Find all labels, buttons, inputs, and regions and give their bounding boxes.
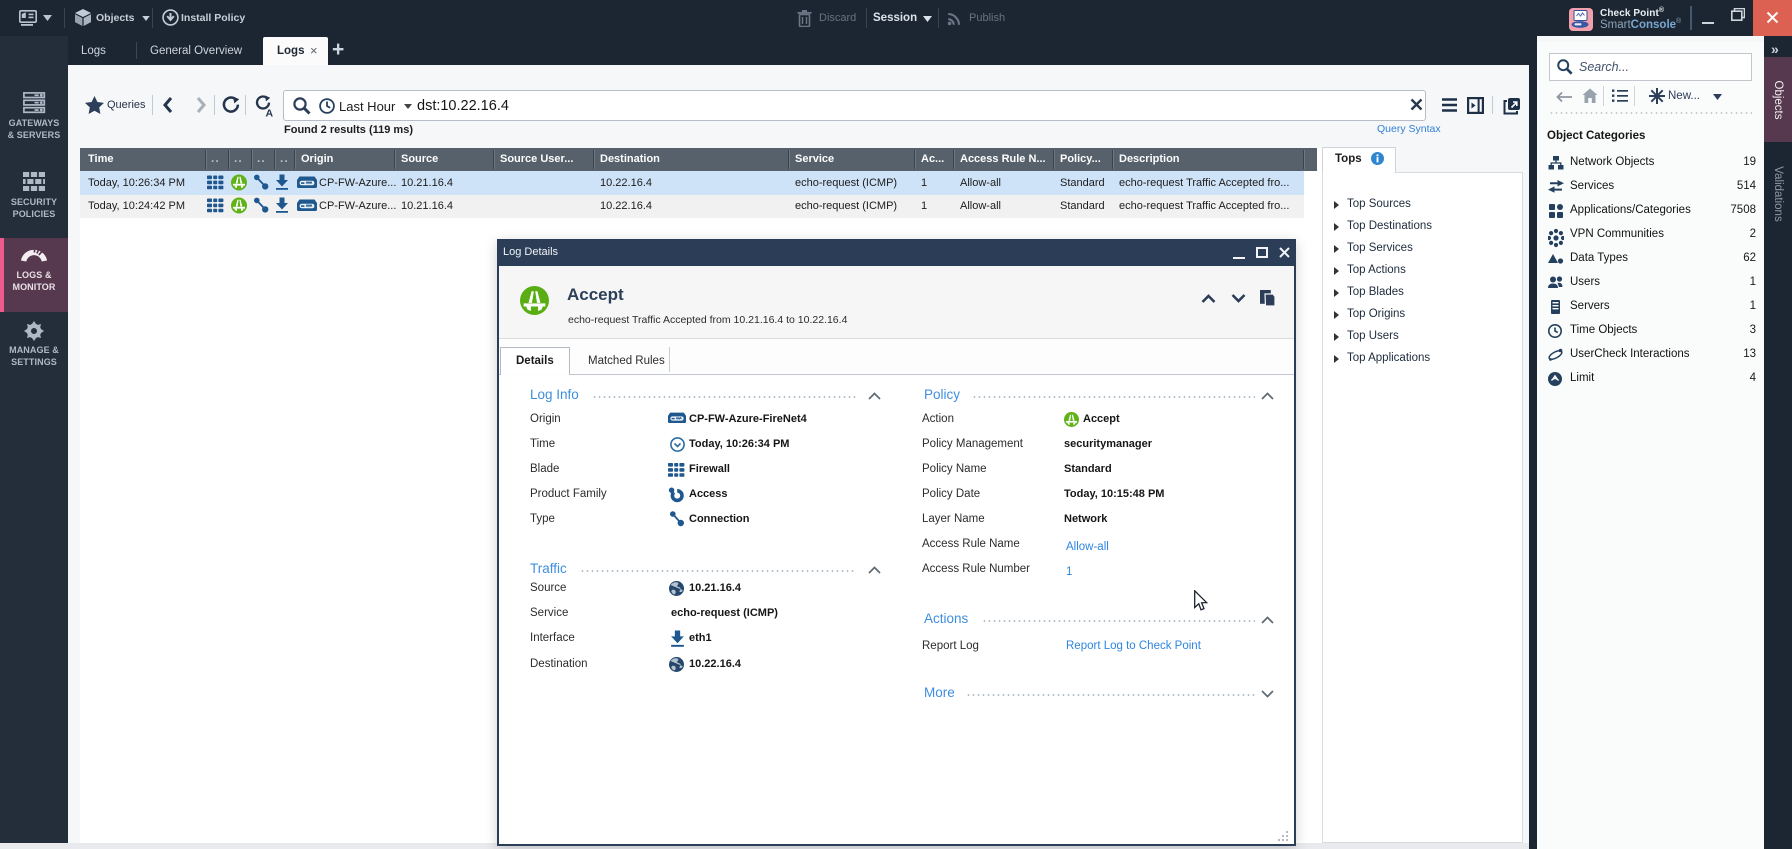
- svg-text:A: A: [266, 108, 274, 118]
